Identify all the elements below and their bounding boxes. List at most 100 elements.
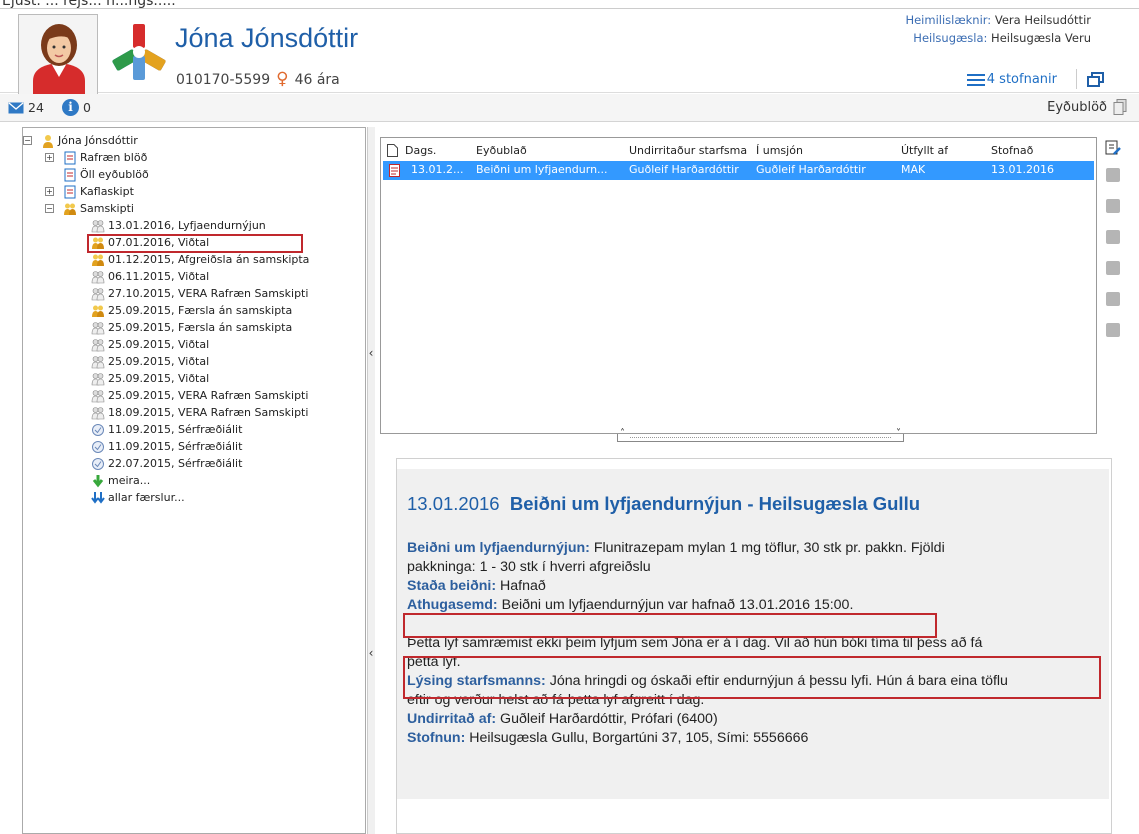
tree-label: 25.09.2015, Viðtal [108,372,210,385]
tree-root[interactable]: − Jóna Jónsdóttir [23,132,365,149]
patient-kennitala: 010170-5599 [176,72,271,88]
tree-entry[interactable]: 27.10.2015, VERA Rafræn Samskipti [23,285,365,302]
tree-label: allar færslur... [108,491,185,504]
gp-value: Vera Heilsudóttir [994,13,1091,27]
col-utfyllt-af[interactable]: Útfyllt af [901,144,948,157]
patient-icon [43,135,53,148]
care-info: Heimilislæknir: Vera Heilsudóttir Heilsu… [905,11,1091,47]
tree-label: Rafræn blöð [80,151,148,164]
contact-icon [91,288,105,301]
patient-meta: 010170-5599 ♀ 46 ára [176,69,340,89]
collapse-left-icon[interactable]: ‹ [366,346,376,360]
detail-title: 13.01.2016 Beiðni um lyfjaendurnýjun - H… [407,493,920,515]
tree-group-samskipti[interactable]: − Samskipti [23,200,365,217]
tree-entry[interactable]: 25.09.2015, VERA Rafræn Samskipti [23,387,365,404]
document-icon [387,144,398,157]
tree-label: 25.09.2015, VERA Rafræn Samskipti [108,389,309,402]
vertical-splitter[interactable] [367,127,375,834]
restore-window-icon[interactable] [1087,72,1104,87]
messages-count: 24 [28,100,44,115]
col-undirritadur[interactable]: Undirritaður starfsma [629,144,753,157]
lock-icon[interactable] [1106,168,1120,182]
patient-header: Jóna Jónsdóttir 010170-5599 ♀ 46 ára Heimi… [0,8,1139,96]
contact-icon [91,271,105,284]
tree-all[interactable]: allar færslur... [23,489,365,506]
collapse-icon[interactable]: − [23,136,32,145]
paste-icon[interactable] [1106,261,1120,275]
copy-forms-icon [1113,99,1127,115]
tree-entry[interactable]: 25.09.2015, Færsla án samskipta [23,302,365,319]
tree-entry[interactable]: 11.09.2015, Sérfræðiálit [23,421,365,438]
status-value: Hafnað [500,578,546,594]
col-eydublad[interactable]: Eyðublað [476,144,527,157]
detail-date: 13.01.2016 [407,493,500,514]
tree-entry[interactable]: 11.09.2015, Sérfræðiálit [23,438,365,455]
tree-entry[interactable]: 13.01.2016, Lyfjaendurnýjun [23,217,365,234]
cell-dags: 13.01.2... [411,163,464,176]
tree-entry[interactable]: 25.09.2015, Færsla án samskipta [23,319,365,336]
collapse-down-icon[interactable]: ˅ [896,428,901,439]
double-arrow-down-icon [91,492,105,504]
forms-icon [64,185,76,199]
collapse-icon[interactable]: − [45,204,54,213]
tree-entry[interactable]: 25.09.2015, Viðtal [23,370,365,387]
tree-entry[interactable]: 01.12.2015, Afgreiðsla án samskipta [23,251,365,268]
institutions-link[interactable]: 4 stofnanir [966,72,1057,87]
expand-icon[interactable]: + [45,187,54,196]
request-value-2: pakkninga: 1 - 30 stk í hverri afgreiðsl… [407,559,651,575]
chart-icon[interactable] [1106,323,1120,337]
tree-label: 18.09.2015, VERA Rafræn Samskipti [108,406,309,419]
note-highlight [403,613,937,638]
contact-icon [91,220,105,233]
tree-entry[interactable]: 22.07.2015, Sérfræðiálit [23,455,365,472]
cell-stofnad: 13.01.2016 [991,163,1054,176]
collapse-up-icon[interactable]: ˄ [620,428,625,439]
list-header: Dags. Eyðublað Undirritaður starfsma Í u… [381,142,1096,160]
collapse-left-icon-2[interactable]: ‹ [366,646,376,660]
tree-label: Kaflaskipt [80,185,134,198]
tree-label: 25.09.2015, Viðtal [108,338,210,351]
specialist-icon [92,441,104,453]
note-value: Beiðni um lyfjaendurnýjun var hafnað 13.… [501,597,854,613]
tree-group-oll[interactable]: Öll eyðublöð [23,166,365,183]
edit-form-icon[interactable] [1105,140,1121,156]
tree-group-kafla[interactable]: + Kaflaskipt [23,183,365,200]
forms-icon [64,168,76,182]
form-detail: 13.01.2016 Beiðni um lyfjaendurnýjun - H… [380,446,1139,834]
stop-icon[interactable] [1106,199,1120,213]
horizontal-splitter[interactable]: ˄ ˅ [617,428,904,442]
header-separator [1076,69,1077,89]
table-row[interactable]: 13.01.2... Beiðni um lyfjaendurn... Guðl… [383,161,1094,180]
list-icon [966,73,985,86]
tree-entry[interactable]: 18.09.2015, VERA Rafræn Samskipti [23,404,365,421]
note-label: Athugasemd: [407,597,498,613]
col-i-umsjon[interactable]: Í umsjón [756,144,803,157]
institution-label: Stofnun: [407,730,466,746]
tree-entry[interactable]: 25.09.2015, Viðtal [23,336,365,353]
app-logo-icon [112,24,166,80]
messages-button[interactable]: 24 [8,100,44,115]
col-stofnad[interactable]: Stofnað [991,144,1033,157]
patient-name: Jóna Jónsdóttir [175,23,359,53]
forms-icon [64,151,76,165]
cell-utfyllt-af: MAK [901,163,926,176]
tree-label: 06.11.2015, Viðtal [108,270,210,283]
tree-entry[interactable]: 06.11.2015, Viðtal [23,268,365,285]
tree-entry[interactable]: 25.09.2015, Viðtal [23,353,365,370]
tree-label: 01.12.2015, Afgreiðsla án samskipta [108,253,310,266]
tree-more[interactable]: meira... [23,472,365,489]
hexagon-icon[interactable] [1106,292,1120,306]
forms-button[interactable]: Eyðublöð [1047,99,1127,115]
detail-heading: Beiðni um lyfjaendurnýjun - Heilsugæsla … [509,493,921,514]
detail-card: 13.01.2016 Beiðni um lyfjaendurnýjun - H… [396,458,1112,834]
clinic-label: Heilsugæsla: [913,31,988,45]
info-button[interactable]: i 0 [62,99,91,116]
expand-icon[interactable]: + [45,153,54,162]
col-dags[interactable]: Dags. [405,144,436,157]
specialist-icon [92,424,104,436]
tree-group-rafraen[interactable]: + Rafræn blöð [23,149,365,166]
copy-icon[interactable] [1106,230,1120,244]
contact-active-icon [92,254,104,266]
side-toolbar [1103,140,1123,354]
record-tree: − Jóna Jónsdóttir + Rafræn blöð Öll eyðublöð… [22,127,366,834]
